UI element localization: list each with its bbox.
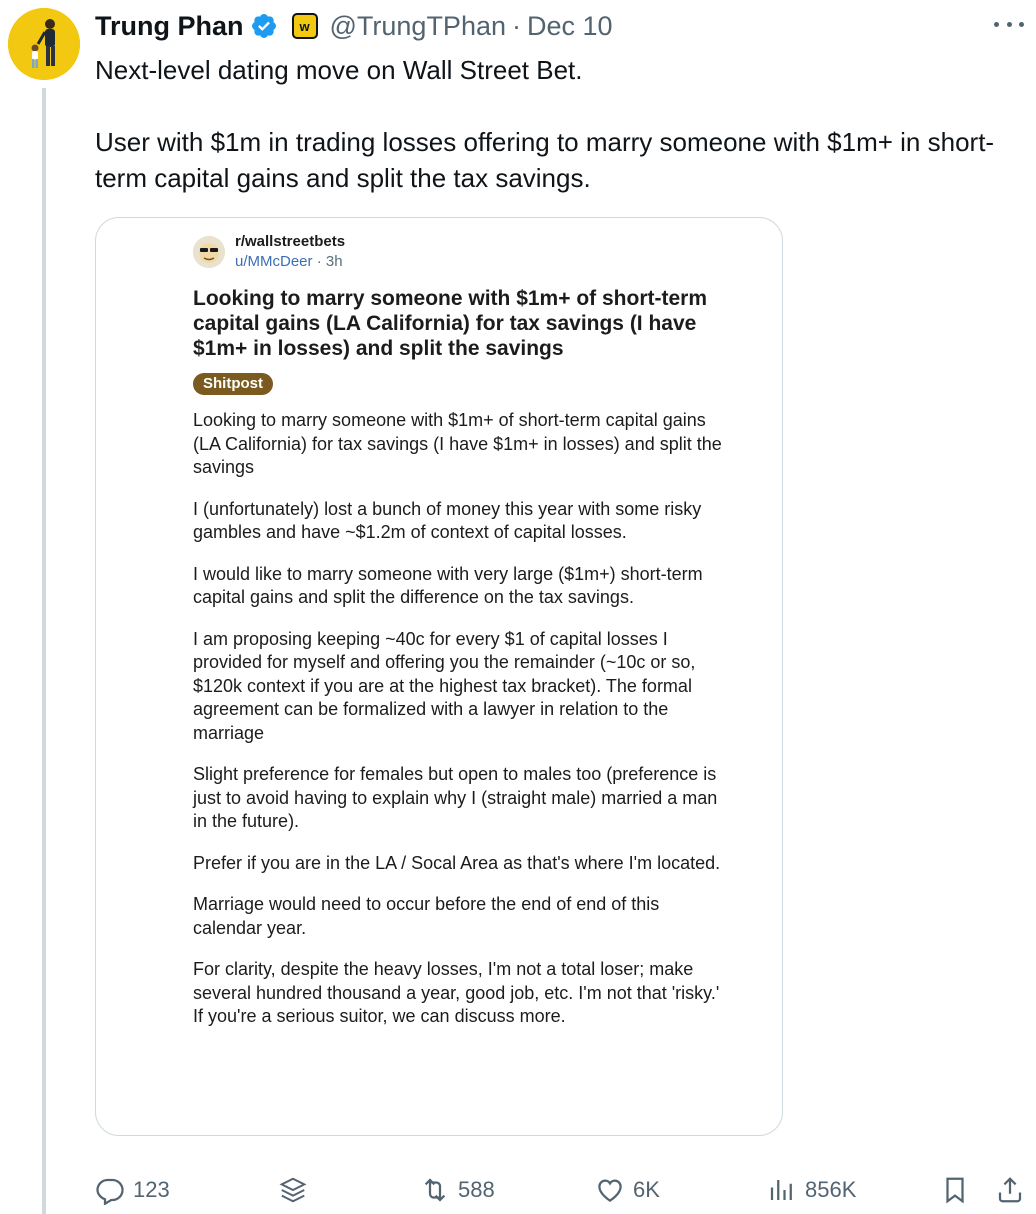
meta-dot: · — [316, 253, 322, 270]
timestamp[interactable]: Dec 10 — [527, 11, 613, 42]
post-paragraph: I (unfortunately) lost a bunch of money … — [193, 498, 702, 543]
like-icon — [598, 1179, 622, 1202]
post-paragraph: I would like to marry someone with very … — [193, 563, 703, 608]
media-screenshot[interactable]: r/wallstreetbets u/MMcDeer · 3h Looking … — [95, 217, 783, 1136]
tweet-paragraph: Next-level dating move on Wall Street Be… — [95, 55, 583, 85]
tweet-paragraph: User with $1m in trading losses offering… — [95, 127, 995, 193]
more-icon[interactable] — [994, 12, 1024, 36]
post-author: u/MMcDeer — [235, 253, 313, 270]
share-button[interactable] — [995, 1170, 1025, 1210]
verified-icon[interactable] — [250, 12, 278, 40]
tweet[interactable]: Trung Phan w @TrungTPhan · Dec 10 Next-l… — [0, 0, 1036, 1214]
post-title: Looking to marry someone with $1m+ of sh… — [193, 287, 707, 360]
subreddit-name: r/wallstreetbets — [235, 233, 346, 250]
bookmark-button[interactable] — [940, 1170, 970, 1210]
separator: · — [512, 10, 521, 41]
post-flair: Shitpost — [193, 373, 273, 395]
grok-button[interactable] — [278, 1170, 308, 1210]
action-bar: 123 588 6K 856K — [95, 1170, 1030, 1210]
tweet-text: Next-level dating move on Wall Street Be… — [95, 52, 1015, 196]
reply-icon — [96, 1178, 124, 1205]
post-age: 3h — [325, 253, 343, 270]
post-paragraph: Looking to marry someone with $1m+ of sh… — [193, 410, 722, 477]
thread-line — [42, 88, 46, 1214]
author-avatar[interactable] — [8, 8, 80, 80]
reddit-post: r/wallstreetbets u/MMcDeer · 3h Looking … — [193, 232, 723, 1047]
view-count: 856K — [805, 1177, 857, 1202]
post-paragraph: Marriage would need to occur before the … — [193, 894, 660, 938]
affiliate-badge-icon[interactable]: w — [291, 13, 318, 39]
post-paragraph: I am proposing keeping ~40c for every $1… — [193, 628, 696, 743]
handle[interactable]: @TrungTPhan — [330, 11, 507, 42]
subreddit-row: r/wallstreetbets u/MMcDeer · 3h — [193, 232, 723, 272]
bookmark-icon — [946, 1177, 964, 1204]
reply-count: 123 — [133, 1177, 170, 1202]
repost-icon — [424, 1178, 446, 1202]
reply-button[interactable]: 123 — [95, 1170, 170, 1210]
grok-icon — [279, 1177, 307, 1203]
views-button[interactable]: 856K — [767, 1170, 856, 1210]
post-paragraph: For clarity, despite the heavy losses, I… — [193, 959, 720, 1026]
post-paragraph: Slight preference for females but open t… — [193, 764, 718, 831]
post-body: Looking to marry someone with $1m+ of sh… — [193, 409, 723, 1029]
like-button[interactable]: 6K — [595, 1170, 660, 1210]
avatar-image — [8, 8, 80, 80]
repost-button[interactable]: 588 — [420, 1170, 495, 1210]
views-icon — [770, 1180, 792, 1200]
display-name[interactable]: Trung Phan — [95, 11, 244, 42]
like-count: 6K — [633, 1177, 660, 1202]
repost-count: 588 — [458, 1177, 495, 1202]
tweet-header: Trung Phan w @TrungTPhan · Dec 10 — [95, 8, 613, 44]
subreddit-avatar — [193, 236, 225, 268]
share-icon — [998, 1177, 1022, 1203]
post-meta: u/MMcDeer · 3h — [235, 252, 345, 272]
post-paragraph: Prefer if you are in the LA / Socal Area… — [193, 852, 721, 873]
